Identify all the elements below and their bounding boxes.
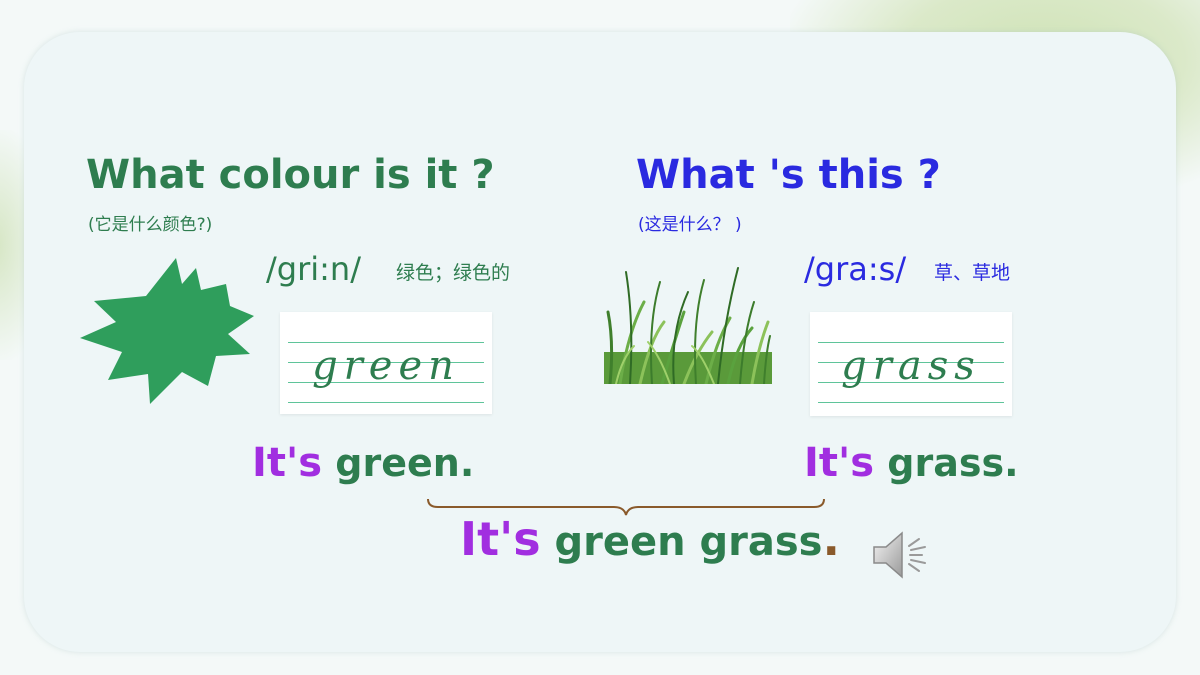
question-colour: What colour is it ? bbox=[86, 152, 495, 198]
phonetic-green: /gri:n/ bbox=[266, 250, 361, 288]
writing-line bbox=[288, 402, 484, 403]
answer-green-its: It's bbox=[252, 440, 323, 486]
combined-green-grass: green grass bbox=[540, 519, 823, 565]
green-star-icon bbox=[80, 258, 254, 404]
combined-period: . bbox=[822, 512, 840, 566]
question-this: What 's this ? bbox=[636, 152, 941, 198]
writing-card-grass: grass bbox=[810, 312, 1012, 416]
meaning-grass: 草、草地 bbox=[934, 262, 1011, 284]
combined-its: It's bbox=[460, 512, 541, 566]
answer-green-word: green. bbox=[322, 441, 475, 485]
meaning-green: 绿色；绿色的 bbox=[396, 262, 511, 284]
answer-green: It's green. bbox=[252, 440, 474, 486]
combined-sentence: It's green grass. bbox=[460, 512, 840, 566]
grass-image bbox=[604, 267, 772, 384]
answer-grass-word: grass. bbox=[874, 441, 1019, 485]
question-this-translation: (这是什么？ ) bbox=[638, 215, 742, 235]
answer-grass-its: It's bbox=[804, 440, 875, 486]
phonetic-grass: /gra:s/ bbox=[804, 250, 907, 288]
question-colour-translation: (它是什么颜色?) bbox=[88, 215, 213, 235]
writing-word-grass: grass bbox=[841, 343, 981, 389]
writing-card-green: green bbox=[280, 312, 492, 414]
answer-grass: It's grass. bbox=[804, 440, 1019, 486]
writing-word-green: green bbox=[312, 343, 460, 389]
writing-line bbox=[818, 402, 1004, 403]
speaker-icon[interactable] bbox=[870, 528, 932, 582]
